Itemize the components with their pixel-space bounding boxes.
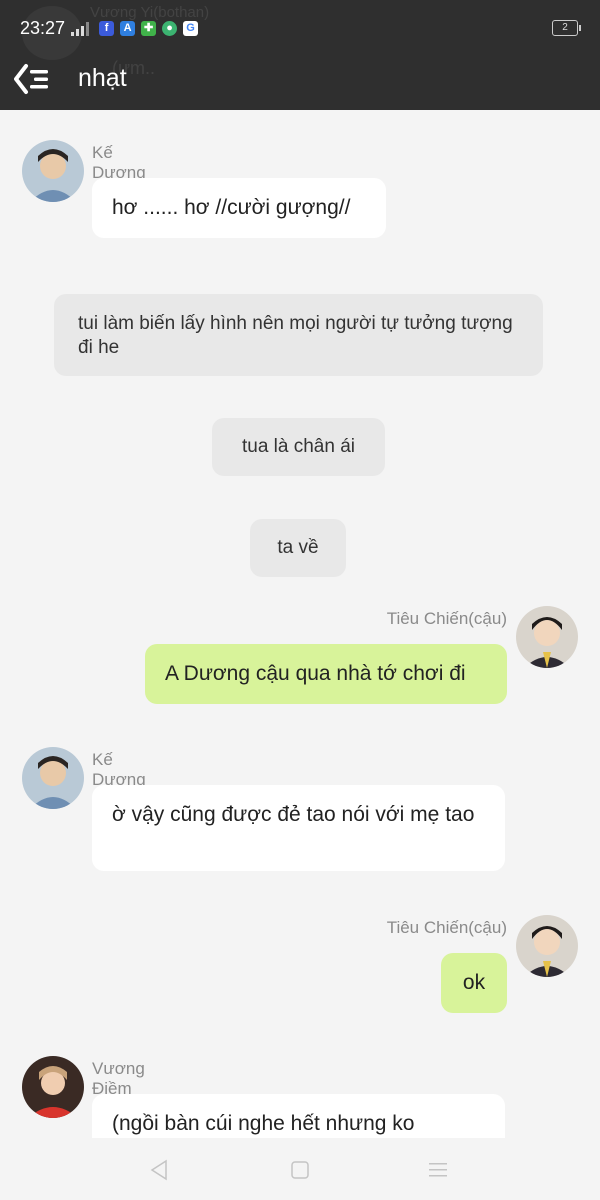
message-bubble[interactable]: ok — [441, 953, 507, 1013]
message-bubble[interactable]: hơ ...... hơ //cười gượng// — [92, 178, 386, 238]
puzzle-icon: ✚ — [141, 21, 157, 36]
narration-bubble[interactable]: tua là chân ái — [212, 418, 385, 476]
signal-icon — [71, 21, 90, 36]
top-bar: Vương Yi(bothan) (ưm.. 23:27 f A ✚ ● G 2… — [0, 0, 600, 110]
chat-title: nhạt — [78, 64, 127, 92]
battery-icon: 2 — [552, 20, 581, 36]
status-bar: 23:27 f A ✚ ● G — [20, 18, 199, 39]
narration-bubble[interactable]: tui làm biến lấy hình nên mọi người tự t… — [54, 294, 543, 376]
back-menu-icon[interactable] — [12, 62, 52, 96]
facebook-icon: f — [99, 21, 115, 36]
battery-level: 2 — [562, 22, 568, 33]
status-time: 23:27 — [20, 18, 66, 38]
system-nav-bar — [0, 1138, 600, 1200]
nav-menu-icon[interactable] — [426, 1158, 450, 1182]
sender-name: Tiêu Chiến(cậu) — [386, 918, 507, 937]
nav-home-icon[interactable] — [288, 1158, 312, 1182]
narration-bubble[interactable]: ta về — [250, 519, 346, 577]
message-bubble[interactable]: A Dương cậu qua nhà tớ chơi đi — [145, 644, 507, 704]
avatar[interactable] — [22, 140, 84, 202]
avatar[interactable] — [516, 606, 578, 668]
avatar[interactable] — [22, 747, 84, 809]
avatar[interactable] — [22, 1056, 84, 1118]
avatar[interactable] — [516, 915, 578, 977]
nav-back-icon[interactable] — [148, 1158, 172, 1182]
google-icon: G — [183, 21, 199, 36]
message-bubble[interactable]: ờ vậy cũng được đẻ tao nói với mẹ tao — [92, 785, 505, 871]
wechat-icon: ● — [162, 21, 178, 36]
sender-name: Kế Dương — [92, 750, 146, 789]
sender-name: Kế Dương — [92, 143, 146, 182]
app-icon: A — [120, 21, 136, 36]
sender-name: Tiêu Chiến(cậu) — [386, 609, 507, 628]
